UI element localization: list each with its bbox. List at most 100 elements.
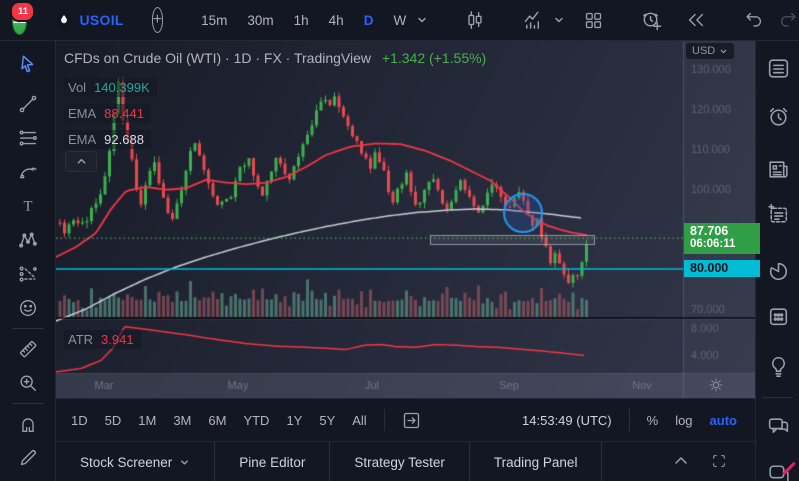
- level-value: 80.000: [690, 261, 728, 275]
- price-chart-canvas[interactable]: [56, 41, 755, 398]
- timeframe-1d-active[interactable]: D: [364, 13, 374, 28]
- calendar-icon[interactable]: [765, 303, 791, 329]
- price-change: +1.342 (+1.55%): [382, 50, 486, 66]
- range-5d[interactable]: 5D: [105, 413, 122, 428]
- range-1d[interactable]: 1D: [71, 413, 88, 428]
- measure-ruler-icon[interactable]: [9, 332, 47, 366]
- timeframe-4h[interactable]: 4h: [329, 13, 344, 28]
- timeframe-1w[interactable]: W: [393, 13, 406, 28]
- range-6m[interactable]: 6M: [208, 413, 226, 428]
- drawing-mode-icon[interactable]: [9, 441, 47, 475]
- timeframe-menu-chevron-icon[interactable]: [416, 14, 428, 26]
- currency-label: USD: [692, 45, 715, 57]
- divider: [12, 328, 44, 329]
- range-3m[interactable]: 3M: [173, 413, 191, 428]
- cursor-tool-icon[interactable]: [9, 47, 47, 81]
- text-notes-icon[interactable]: [765, 201, 791, 227]
- symbol-button[interactable]: USOIL: [79, 12, 123, 28]
- trend-line-tool-icon[interactable]: [9, 87, 47, 121]
- range-1y[interactable]: 1Y: [286, 413, 302, 428]
- tab-label: Strategy Tester: [354, 455, 445, 470]
- timeframe-15m[interactable]: 15m: [201, 13, 227, 28]
- divider: [384, 409, 385, 431]
- ema-slow-label: EMA: [68, 132, 96, 147]
- pattern-xabcd-tool-icon[interactable]: [9, 223, 47, 257]
- fullscreen-icon[interactable]: [711, 453, 727, 472]
- tradingview-app: 1E 11 USOIL + 15m 30m 1h 4h D W: [0, 0, 799, 481]
- chart-region: CFDs on Crude Oil (WTI) · 1D · FX · Trad…: [56, 41, 755, 398]
- symbol-description: CFDs on Crude Oil (WTI) · 1D · FX · Trad…: [64, 50, 371, 66]
- forecast-tool-icon[interactable]: [9, 257, 47, 291]
- right-sidebar: [755, 41, 799, 481]
- ema-slow-legend-row: EMA 92.688: [64, 130, 151, 149]
- vol-value: 140.399K: [94, 80, 150, 95]
- indicators-chevron-icon[interactable]: [553, 14, 565, 26]
- range-ytd[interactable]: YTD: [243, 413, 269, 428]
- tab-label: Stock Screener: [80, 455, 172, 470]
- volume-legend-row: Vol 140.399K: [64, 78, 157, 97]
- news-icon[interactable]: [765, 156, 791, 182]
- drawing-toolbar: T: [0, 41, 56, 481]
- zoom-in-icon[interactable]: [9, 366, 47, 400]
- go-to-date-icon[interactable]: [401, 410, 422, 431]
- legend-collapse-button[interactable]: [65, 151, 97, 172]
- tab-trading-panel[interactable]: Trading Panel: [470, 442, 603, 481]
- tab-strategy-tester[interactable]: Strategy Tester: [330, 442, 470, 481]
- public-chat-icon[interactable]: [765, 413, 791, 439]
- magnet-mode-icon[interactable]: [9, 407, 47, 441]
- tab-label: Pine Editor: [239, 455, 305, 470]
- redo-icon[interactable]: [777, 9, 799, 31]
- atr-legend-row: ATR 3.941: [64, 330, 141, 349]
- watchlist-icon[interactable]: [765, 55, 791, 81]
- session-clock[interactable]: 14:53:49 (UTC): [522, 413, 612, 428]
- current-price-badge: 87.706 06:06:11: [684, 223, 760, 254]
- pane-settings-gear-icon[interactable]: [708, 377, 724, 398]
- auto-scale-button[interactable]: auto: [710, 413, 737, 428]
- current-price-value: 87.706: [690, 224, 760, 238]
- hotlists-icon[interactable]: [765, 258, 791, 284]
- tab-stock-screener[interactable]: Stock Screener: [56, 442, 215, 481]
- ema-fast-value: 88.441: [104, 106, 144, 121]
- ema-fast-legend-row: EMA 88.441: [64, 104, 151, 123]
- divider: [629, 409, 630, 431]
- log-scale-button[interactable]: log: [675, 413, 692, 428]
- fib-retracement-tool-icon[interactable]: [9, 121, 47, 155]
- range-all[interactable]: All: [352, 413, 366, 428]
- support-chat-icon[interactable]: [765, 459, 791, 481]
- level-line-badge: 80.000: [684, 260, 760, 277]
- site-logo[interactable]: 1E 11: [12, 6, 27, 35]
- emoji-tool-icon[interactable]: [9, 291, 47, 325]
- percent-scale-button[interactable]: %: [647, 413, 659, 428]
- layout-grid-icon[interactable]: [583, 10, 604, 31]
- alert-add-icon[interactable]: [640, 9, 663, 32]
- undo-icon[interactable]: [743, 9, 765, 31]
- bar-replay-icon[interactable]: [685, 9, 707, 31]
- notification-badge: 11: [10, 1, 35, 22]
- oil-droplet-icon: [57, 9, 71, 31]
- alerts-icon[interactable]: [765, 103, 791, 129]
- range-5y[interactable]: 5Y: [319, 413, 335, 428]
- brush-tool-icon[interactable]: [9, 155, 47, 189]
- timeframe-1h[interactable]: 1h: [294, 13, 309, 28]
- compare-add-icon[interactable]: +: [152, 7, 163, 33]
- tab-label: Trading Panel: [494, 455, 578, 470]
- panel-expand-chevron-icon[interactable]: [673, 453, 689, 472]
- atr-value: 3.941: [101, 332, 134, 347]
- chart-type-candles-icon[interactable]: [464, 9, 486, 31]
- range-1m[interactable]: 1M: [138, 413, 156, 428]
- vol-label: Vol: [68, 80, 86, 95]
- footer-bar: Stock Screener Pine Editor Strategy Test…: [56, 441, 755, 481]
- top-toolbar: 1E 11 USOIL + 15m 30m 1h 4h D W: [0, 0, 799, 41]
- ema-slow-value: 92.688: [104, 132, 144, 147]
- bottom-toolbar: 1D 5D 1M 3M 6M YTD 1Y 5Y All 14:53:49 (U…: [56, 398, 755, 441]
- currency-dropdown[interactable]: USD: [686, 43, 734, 59]
- chart-legend-title[interactable]: CFDs on Crude Oil (WTI) · 1D · FX · Trad…: [64, 50, 486, 66]
- ema-fast-label: EMA: [68, 106, 96, 121]
- ideas-lightbulb-icon[interactable]: [765, 353, 791, 379]
- indicators-icon[interactable]: [522, 9, 545, 32]
- timeframe-30m[interactable]: 30m: [247, 13, 273, 28]
- text-tool-icon[interactable]: T: [9, 189, 47, 223]
- divider: [762, 397, 793, 398]
- tab-pine-editor[interactable]: Pine Editor: [215, 442, 330, 481]
- svg-text:T: T: [23, 199, 32, 215]
